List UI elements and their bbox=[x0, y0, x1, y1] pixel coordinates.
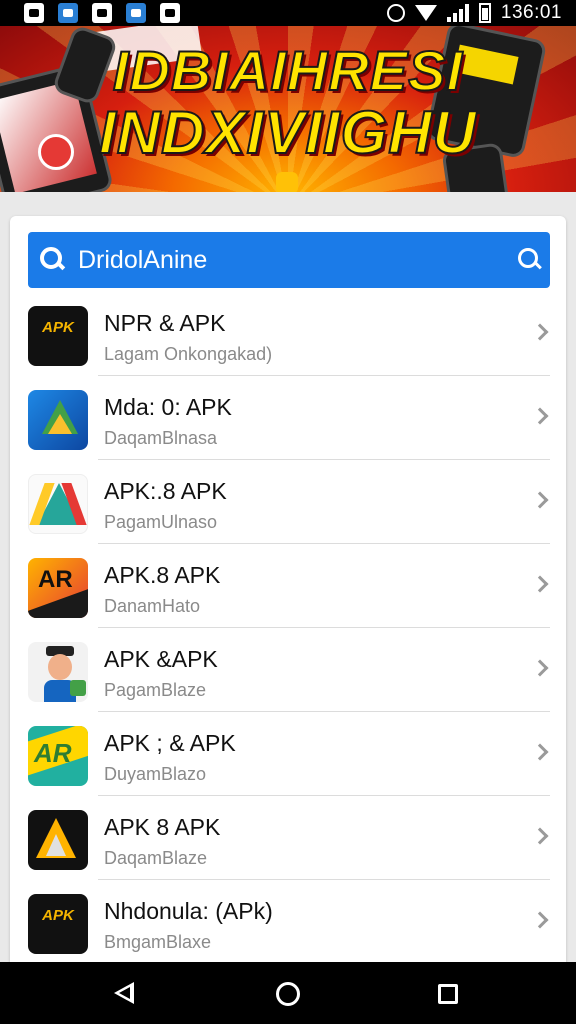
chevron-right-icon bbox=[531, 575, 549, 593]
app-subtitle: DaqamBlaze bbox=[104, 848, 208, 868]
black-triangle-logo-icon bbox=[28, 810, 88, 870]
back-icon[interactable] bbox=[114, 982, 134, 1004]
red-black-logo-icon: APK bbox=[28, 894, 88, 954]
chevron-right-icon bbox=[531, 827, 549, 845]
thumbs-up-icon bbox=[276, 172, 298, 192]
chevron-right-icon bbox=[531, 323, 549, 341]
app-subtitle: DuyamBlazo bbox=[104, 764, 207, 784]
recent-apps-icon[interactable] bbox=[438, 984, 458, 1004]
status-bar: 136:01 bbox=[0, 0, 576, 26]
chevron-right-icon bbox=[531, 407, 549, 425]
search-bar[interactable]: DridolAnine bbox=[28, 232, 550, 288]
app-subtitle: PagamBlaze bbox=[104, 680, 207, 700]
a-app-icon bbox=[58, 3, 78, 23]
blue-play-triangle-icon bbox=[28, 390, 88, 450]
red-black-logo-icon: APK bbox=[28, 306, 88, 366]
app-subtitle: DanamHato bbox=[104, 596, 201, 616]
app-title: APK ; & APK bbox=[104, 730, 236, 756]
wifi-icon bbox=[414, 5, 437, 21]
app-title: APK &APK bbox=[104, 646, 218, 672]
banner-title-line1: IDBIAIHRESI bbox=[112, 38, 464, 103]
home-icon[interactable] bbox=[276, 982, 300, 1006]
app-subtitle: DaqamBlnasa bbox=[104, 428, 218, 448]
list-item[interactable]: APK 8 APK DaqamBlaze bbox=[10, 796, 566, 880]
app-title: Mda: 0: APK bbox=[104, 394, 232, 420]
app-list: APK NPR & APK Lagam Onkongakad) Mda: 0: … bbox=[10, 292, 566, 964]
chevron-right-icon bbox=[531, 491, 549, 509]
banner-title-line2: INDXIVIIGHU bbox=[98, 98, 477, 167]
list-item[interactable]: AR APK ; & APK DuyamBlazo bbox=[10, 712, 566, 796]
app-subtitle: Lagam Onkongakad) bbox=[104, 344, 273, 364]
white-triangle-logo-icon bbox=[28, 474, 88, 534]
app-subtitle: PagamUlnaso bbox=[104, 512, 218, 532]
list-item[interactable]: AR APK.8 APK DanamHato bbox=[10, 544, 566, 628]
search-input[interactable]: DridolAnine bbox=[78, 246, 207, 275]
status-time: 136:01 bbox=[500, 2, 562, 23]
chevron-right-icon bbox=[531, 659, 549, 677]
chevron-right-icon bbox=[531, 911, 549, 929]
orange-black-logo-icon: AR bbox=[28, 558, 88, 618]
promo-banner[interactable]: IDBIAIHRESI INDXIVIIGHU bbox=[0, 26, 576, 192]
signal-icon bbox=[446, 4, 469, 22]
notification-camera-icon bbox=[92, 3, 112, 23]
list-item[interactable]: APK &APK PagamBlaze bbox=[10, 628, 566, 712]
search-icon bbox=[40, 247, 62, 269]
notification-blue-icon bbox=[126, 3, 146, 23]
app-subtitle: BmgamBlaxe bbox=[104, 932, 212, 952]
chevron-right-icon bbox=[531, 743, 549, 761]
list-item[interactable]: APK Nhdonula: (APk) BmgamBlaxe bbox=[10, 880, 566, 964]
app-title: Nhdonula: (APk) bbox=[104, 898, 273, 924]
app-list-card: DridolAnine APK NPR & APK Lagam Onkongak… bbox=[10, 216, 566, 976]
search-submit-icon[interactable] bbox=[518, 248, 538, 268]
list-item[interactable]: Mda: 0: APK DaqamBlnasa bbox=[10, 376, 566, 460]
list-item[interactable]: APK:.8 APK PagamUlnaso bbox=[10, 460, 566, 544]
notification-icons bbox=[24, 3, 180, 23]
notification-gift-icon bbox=[160, 3, 180, 23]
app-title: APK 8 APK bbox=[104, 814, 221, 840]
app-title: APK:.8 APK bbox=[104, 478, 227, 504]
system-icons: 136:01 bbox=[386, 2, 562, 24]
notification-square-icon bbox=[24, 3, 44, 23]
yellow-green-logo-icon: AR bbox=[28, 726, 88, 786]
person-avatar-icon bbox=[28, 642, 88, 702]
list-item[interactable]: APK NPR & APK Lagam Onkongakad) bbox=[10, 292, 566, 376]
app-title: APK.8 APK bbox=[104, 562, 221, 588]
alarm-icon bbox=[386, 4, 405, 22]
app-title: NPR & APK bbox=[104, 310, 226, 336]
navigation-bar bbox=[0, 962, 576, 1024]
battery-icon bbox=[478, 3, 491, 23]
